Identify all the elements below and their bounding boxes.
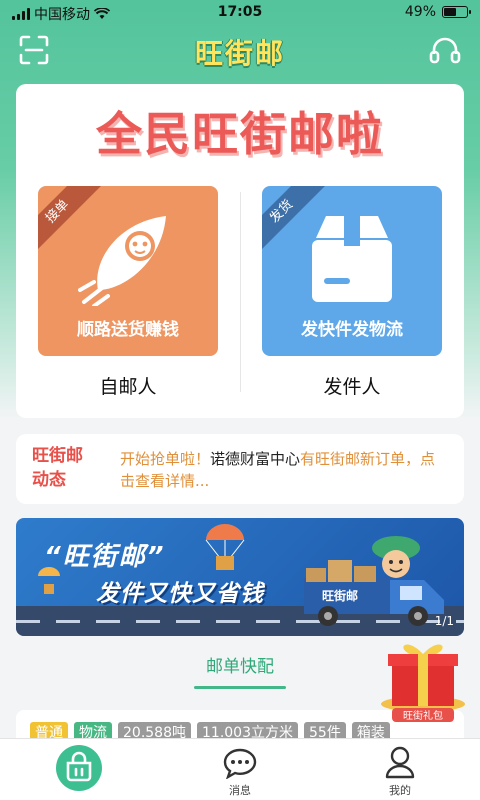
sender-caption: 发快件发物流: [301, 320, 403, 340]
truck-text: 旺街邮: [322, 588, 358, 603]
section-title[interactable]: 邮单快配: [190, 652, 290, 677]
courier-tile[interactable]: 接单 顺路送货赚钱: [38, 186, 218, 356]
courier-label[interactable]: 自邮人: [38, 372, 218, 399]
tab-bar: 消息 我的: [0, 738, 480, 800]
chat-bubble-icon: [223, 748, 257, 779]
news-logo-line1: 旺街邮: [32, 446, 83, 466]
headset-icon[interactable]: [428, 34, 462, 68]
battery-percent: 49%: [404, 4, 436, 20]
tab-profile[interactable]: 我的: [320, 739, 480, 800]
status-bar: 中国移动 17:05 49%: [0, 0, 480, 26]
news-logo-line2: 动态: [32, 470, 66, 490]
package-icon: [312, 216, 392, 302]
tab-messages[interactable]: 消息: [160, 739, 320, 800]
promo-banner[interactable]: “旺街邮” 发件又快又省钱 旺街邮 1/1: [16, 518, 464, 636]
rocket-icon: [78, 216, 166, 306]
news-logo: 旺街邮 动态: [32, 444, 108, 492]
tile-divider: [240, 192, 241, 392]
battery-status: 49%: [404, 4, 471, 20]
home-icon: [56, 745, 102, 791]
nav-bar: 旺街邮: [0, 26, 480, 76]
news-location: 诺德财富中心: [210, 450, 301, 468]
tab-profile-label: 我的: [389, 784, 411, 797]
gift-pack-button[interactable]: 旺街礼包: [376, 632, 470, 722]
banner-title: 全民旺街邮啦: [96, 107, 384, 161]
sender-tile[interactable]: 发货 发快件发物流: [262, 186, 442, 356]
promo-subtitle: 发件又快又省钱: [96, 581, 264, 607]
user-icon: [385, 746, 415, 779]
section-underline: [194, 686, 286, 689]
news-message[interactable]: 开始抢单啦！诺德财富中心有旺街邮新订单，点击查看详情...: [120, 448, 450, 492]
parachute-box-icon: [205, 524, 245, 570]
sender-label[interactable]: 发件人: [262, 372, 442, 399]
news-ticker[interactable]: 旺街邮 动态 开始抢单啦！诺德财富中心有旺街邮新订单，点击查看详情...: [16, 434, 464, 504]
tab-messages-label: 消息: [229, 784, 251, 797]
battery-icon: [442, 6, 471, 18]
app-title: 旺街邮: [194, 37, 285, 70]
gift-box-icon: 旺街礼包: [381, 644, 465, 722]
courier-caption: 顺路送货赚钱: [77, 320, 179, 340]
gift-label: 旺街礼包: [403, 709, 443, 722]
news-prefix: 开始抢单啦！: [120, 450, 211, 468]
tab-home[interactable]: [0, 739, 160, 800]
role-select-card: 全民旺街邮啦 接单 顺路送货赚钱 发货 发快件发物流 自邮人 发件人: [16, 84, 464, 418]
banner-pager: 1/1: [434, 614, 454, 628]
promo-title: “旺街邮”: [44, 542, 166, 572]
